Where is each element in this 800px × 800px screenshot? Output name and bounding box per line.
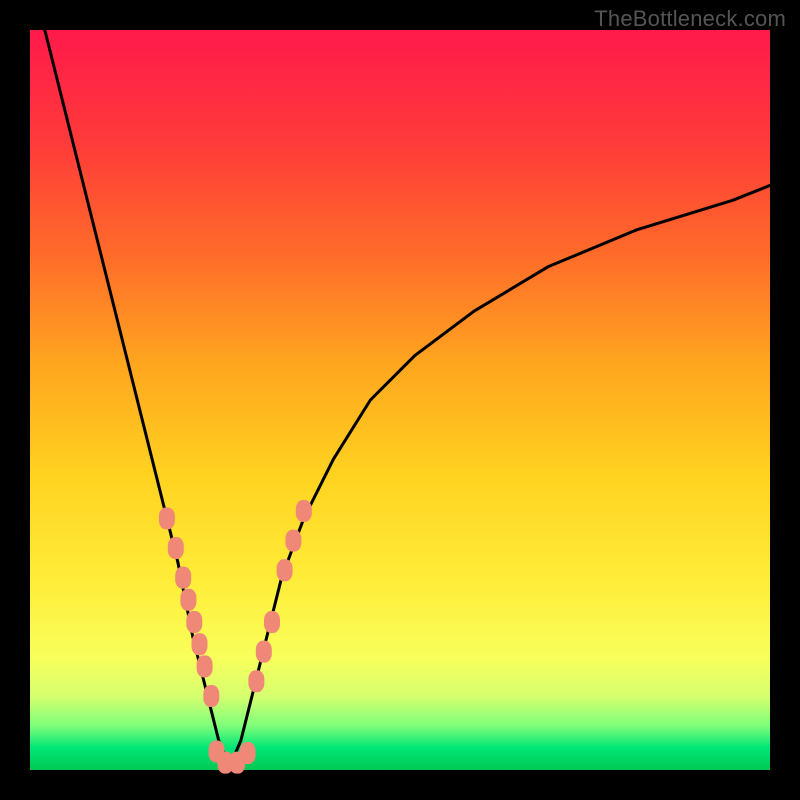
marker-dots <box>159 500 312 774</box>
marker-dot <box>180 589 196 611</box>
marker-dot <box>203 685 219 707</box>
watermark-text: TheBottleneck.com <box>594 6 786 32</box>
marker-dot <box>240 742 256 764</box>
bottleneck-curve-path <box>45 30 770 766</box>
marker-dot <box>285 530 301 552</box>
plot-area <box>30 30 770 770</box>
curve-layer <box>30 30 770 770</box>
marker-dot <box>168 537 184 559</box>
marker-dot <box>186 611 202 633</box>
marker-dot <box>296 500 312 522</box>
marker-dot <box>256 641 272 663</box>
bottleneck-curve <box>45 30 770 766</box>
marker-dot <box>248 670 264 692</box>
chart-frame: TheBottleneck.com <box>0 0 800 800</box>
marker-dot <box>197 655 213 677</box>
marker-dot <box>159 507 175 529</box>
marker-dot <box>175 567 191 589</box>
marker-dot <box>277 559 293 581</box>
marker-dot <box>192 633 208 655</box>
marker-dot <box>264 611 280 633</box>
